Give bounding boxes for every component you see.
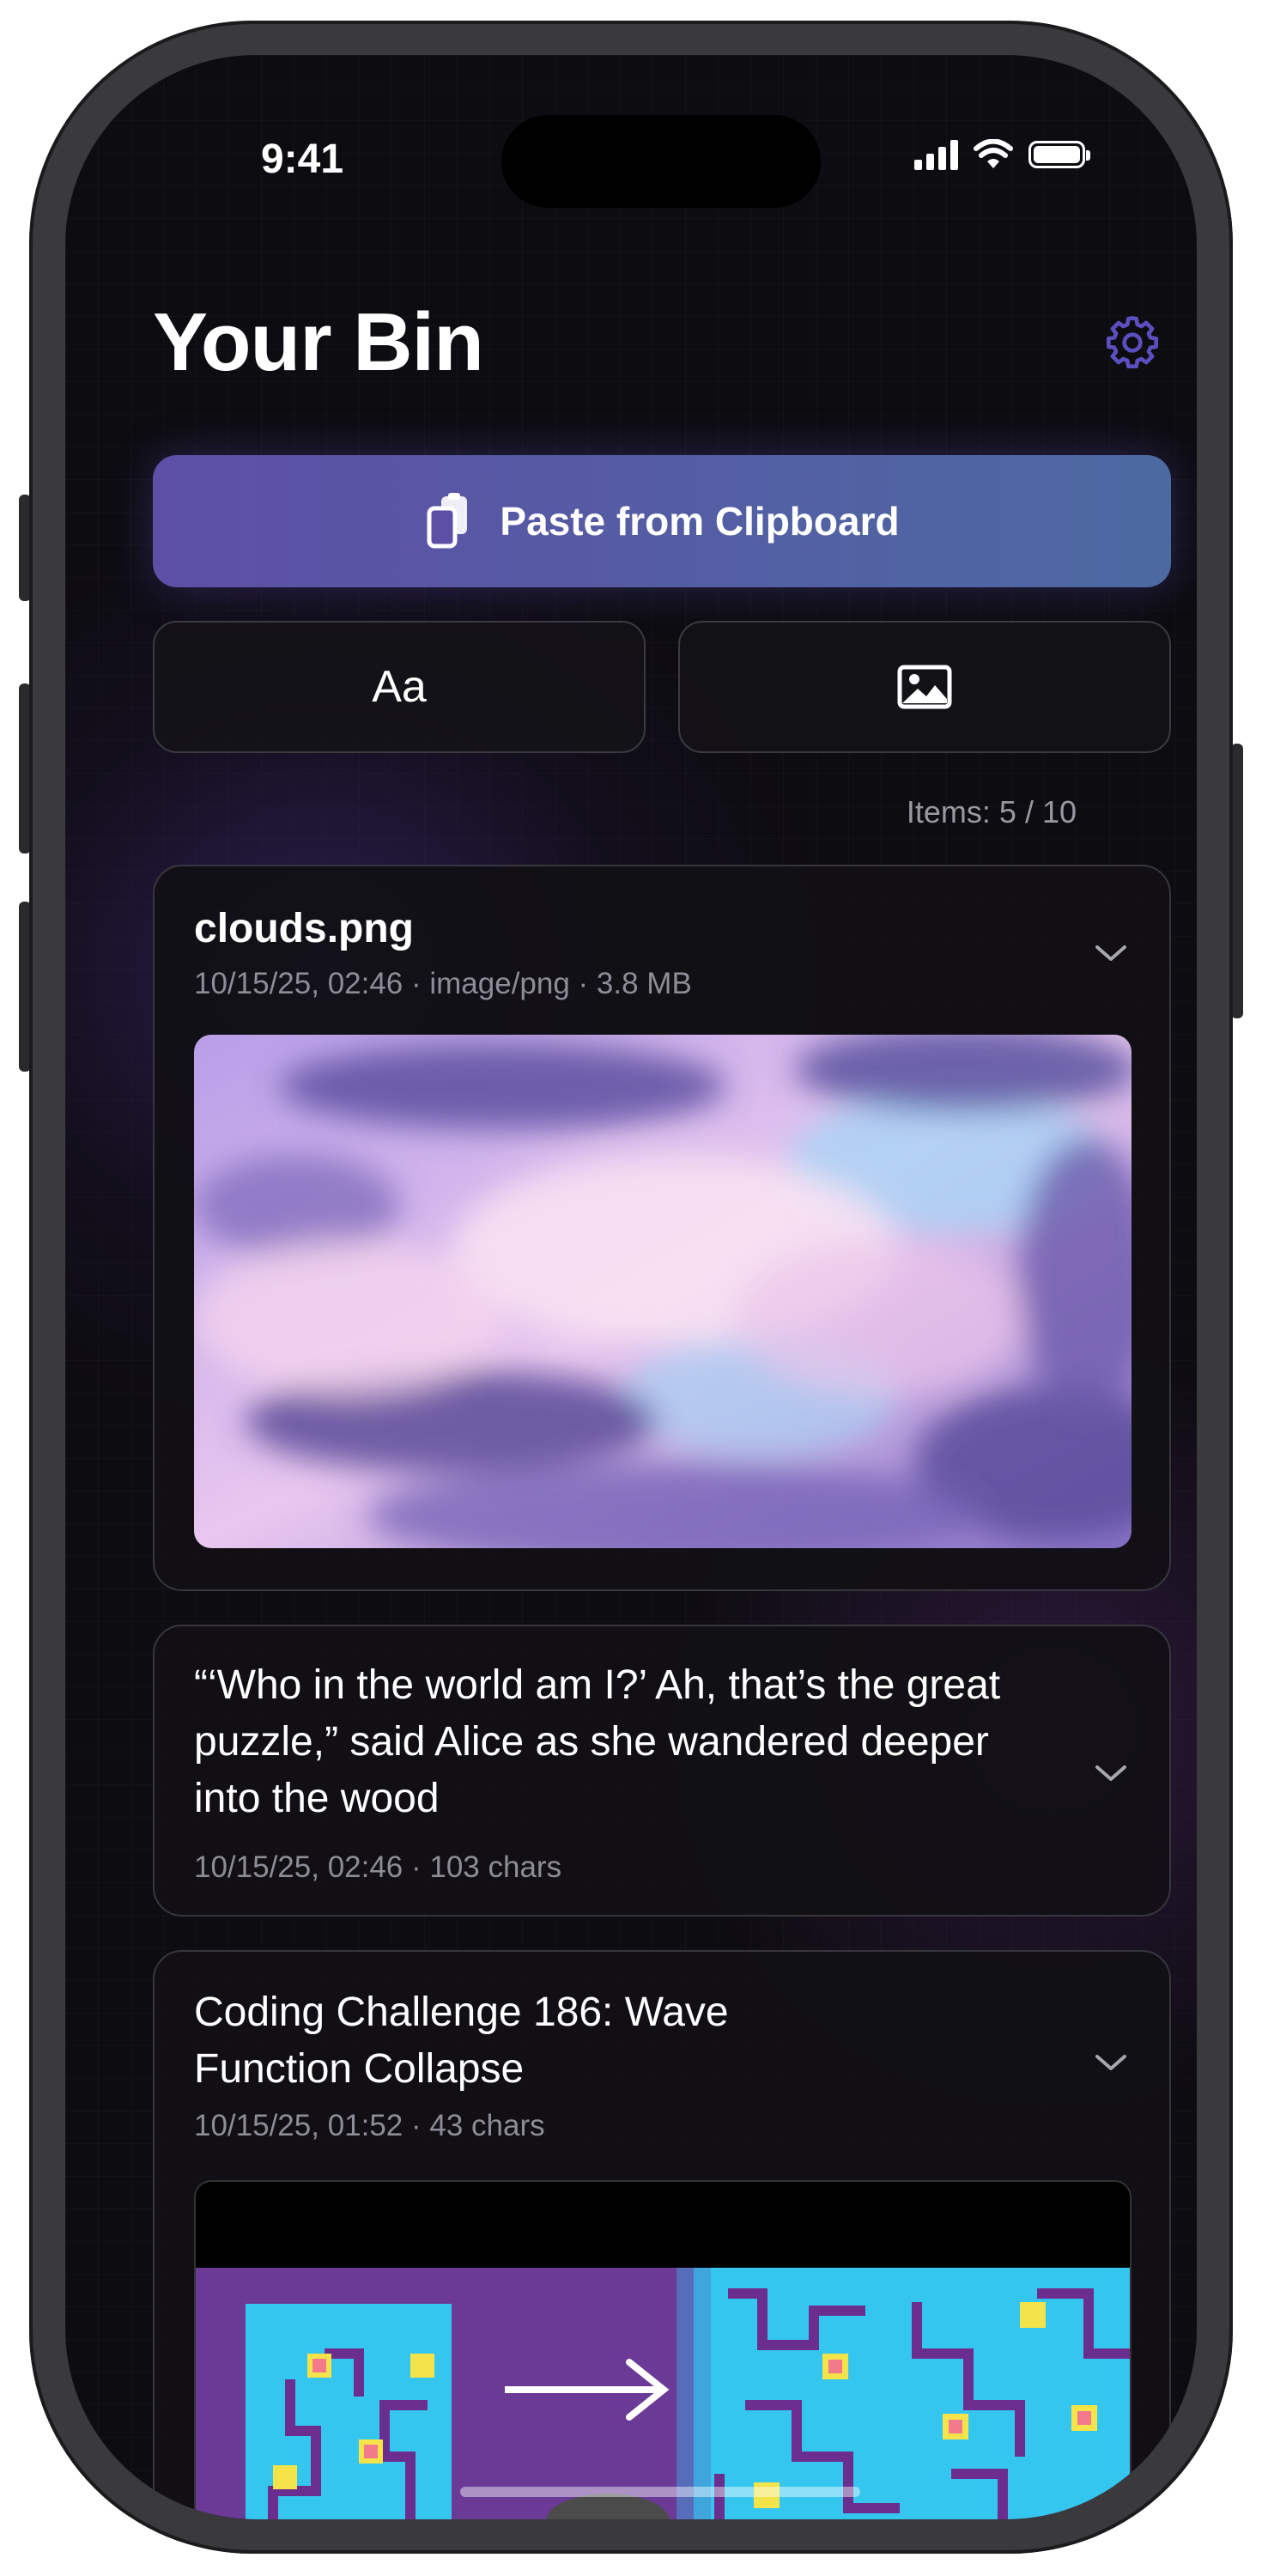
list-item-text[interactable]: “‘Who in the world am I?’ Ah, that’s the…	[153, 1625, 1171, 1917]
chevron-down-icon[interactable]	[1092, 940, 1130, 966]
clipboard-icon	[427, 493, 468, 549]
items-count: Items: 5 / 10	[906, 794, 1077, 829]
paste-from-clipboard-button[interactable]: Paste from Clipboard	[153, 455, 1171, 587]
status-icons	[914, 139, 1090, 170]
battery-icon	[1028, 141, 1090, 168]
item-meta: 10/15/25, 02:46 · 103 chars	[194, 1850, 562, 1884]
wifi-icon	[974, 139, 1013, 168]
list-item-image[interactable]: clouds.png 10/15/25, 02:46 · image/png ·…	[153, 865, 1171, 1591]
item-title: clouds.png	[194, 906, 414, 951]
cellular-signal-icon	[914, 139, 958, 170]
image-icon	[897, 665, 952, 709]
power-button	[1231, 744, 1243, 1018]
status-time: 9:41	[260, 137, 344, 182]
phone-frame: 9:41 Your Bin Paste from Clipboard Aa It…	[29, 21, 1233, 2554]
item-meta: 10/15/25, 01:52 · 43 chars	[194, 2109, 545, 2142]
chevron-down-icon[interactable]	[1092, 1760, 1130, 1786]
paste-button-label: Paste from Clipboard	[500, 499, 900, 544]
dynamic-island	[501, 115, 821, 208]
add-image-button[interactable]	[678, 621, 1171, 753]
list-item-link[interactable]: Coding Challenge 186: Wave Function Coll…	[153, 1950, 1171, 2519]
item-title: Coding Challenge 186: Wave Function Coll…	[194, 1990, 729, 2092]
add-text-label: Aa	[372, 662, 427, 712]
home-indicator	[460, 2487, 860, 2497]
page-title: Your Bin	[153, 296, 484, 388]
item-title: “‘Who in the world am I?’ Ah, that’s the…	[194, 1662, 1001, 1821]
gear-icon[interactable]	[1102, 313, 1162, 373]
add-text-button[interactable]: Aa	[153, 621, 646, 753]
image-thumbnail	[194, 1035, 1132, 1548]
video-thumbnail	[194, 2180, 1132, 2519]
item-meta: 10/15/25, 02:46 · image/png · 3.8 MB	[194, 967, 692, 1000]
screen: 9:41 Your Bin Paste from Clipboard Aa It…	[65, 55, 1197, 2519]
chevron-down-icon[interactable]	[1092, 2050, 1130, 2075]
